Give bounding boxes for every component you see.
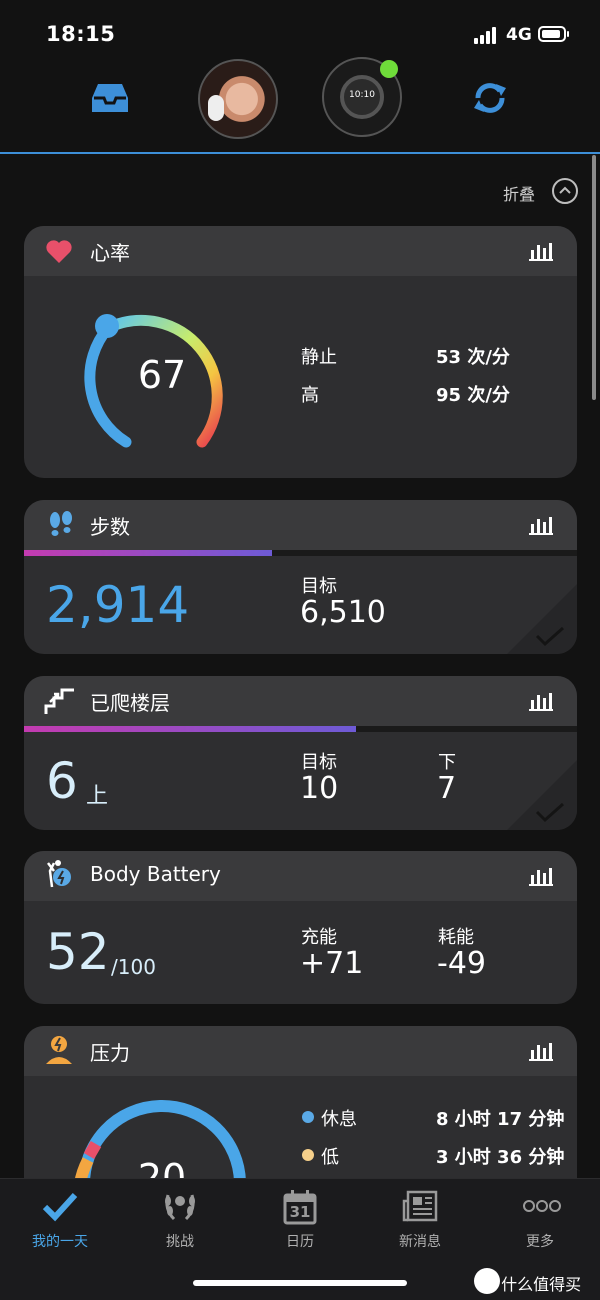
floors-progress-bar bbox=[24, 726, 577, 732]
heart-rate-card[interactable]: 心率 67 静止 53 次/分 高 95 次/分 bbox=[24, 226, 577, 478]
steps-progress-bar bbox=[24, 550, 577, 556]
stairs-icon bbox=[44, 688, 74, 714]
chart-bars-icon[interactable] bbox=[529, 691, 553, 711]
body-battery-value: 52 bbox=[46, 923, 110, 981]
charged-value: +71 bbox=[300, 946, 364, 981]
check-icon bbox=[42, 1192, 78, 1222]
high-value: 95 次/分 bbox=[436, 385, 510, 406]
card-title: 步数 bbox=[90, 515, 130, 539]
user-avatar[interactable] bbox=[198, 59, 278, 139]
resting-label: 静止 bbox=[301, 347, 337, 368]
collapse-button[interactable]: 折叠 bbox=[503, 178, 583, 206]
low-legend-dot bbox=[302, 1149, 314, 1161]
chevron-up-icon bbox=[552, 178, 578, 204]
card-title: 已爬楼层 bbox=[90, 691, 170, 715]
tab-calendar[interactable]: 31 日历 bbox=[240, 1179, 360, 1259]
tab-label: 挑战 bbox=[166, 1234, 194, 1250]
floors-progress-fill bbox=[24, 726, 356, 732]
inbox-tray-icon[interactable] bbox=[90, 80, 130, 116]
steps-card[interactable]: 步数 2,914 目标 6,510 bbox=[24, 500, 577, 654]
rest-label: 休息 bbox=[321, 1109, 357, 1130]
floors-unit: 上 bbox=[86, 784, 109, 809]
tab-label: 更多 bbox=[526, 1234, 554, 1250]
tab-more[interactable]: 更多 bbox=[480, 1179, 600, 1259]
floors-card[interactable]: 已爬楼层 6 上 目标 10 下 7 bbox=[24, 676, 577, 830]
body-battery-card[interactable]: Body Battery 52 /100 充能 +71 耗能 -49 bbox=[24, 851, 577, 1004]
tab-label: 新消息 bbox=[399, 1234, 441, 1250]
heart-rate-value: 67 bbox=[137, 353, 187, 397]
tab-news[interactable]: 新消息 bbox=[360, 1179, 480, 1259]
card-header: 步数 bbox=[24, 500, 577, 550]
card-header: 心率 bbox=[24, 226, 577, 276]
tab-challenges[interactable]: 挑战 bbox=[120, 1179, 240, 1259]
body-battery-max: /100 bbox=[111, 955, 156, 979]
floors-down-value: 7 bbox=[437, 771, 457, 806]
card-title: 压力 bbox=[90, 1041, 130, 1065]
laurel-icon bbox=[165, 1194, 195, 1221]
card-title: 心率 bbox=[90, 241, 130, 265]
card-header: Body Battery bbox=[24, 851, 577, 901]
card-title: Body Battery bbox=[90, 862, 221, 886]
watermark-text: 值 什么值得买 bbox=[480, 1275, 582, 1294]
chart-bars-icon[interactable] bbox=[529, 515, 553, 535]
high-label: 高 bbox=[301, 385, 319, 406]
signal-icon bbox=[474, 27, 502, 44]
network-type: 4G bbox=[506, 25, 532, 45]
low-value: 3 小时 36 分钟 bbox=[436, 1147, 565, 1168]
floors-value: 6 bbox=[46, 752, 78, 810]
connection-status-dot bbox=[380, 60, 398, 78]
chart-bars-icon[interactable] bbox=[529, 1041, 553, 1061]
card-header: 压力 bbox=[24, 1026, 577, 1076]
status-time: 18:15 bbox=[46, 22, 116, 46]
more-icon bbox=[523, 1200, 561, 1212]
rest-legend-dot bbox=[302, 1111, 314, 1123]
calendar-day: 31 bbox=[289, 1203, 311, 1221]
floors-goal-value: 10 bbox=[300, 771, 339, 806]
heart-icon bbox=[46, 240, 72, 263]
scrollbar[interactable] bbox=[592, 155, 596, 400]
goal-check-icon bbox=[507, 760, 577, 830]
tab-label: 我的一天 bbox=[32, 1234, 88, 1250]
steps-value: 2,914 bbox=[46, 576, 190, 634]
resting-value: 53 次/分 bbox=[436, 347, 510, 368]
sync-icon[interactable] bbox=[470, 78, 510, 118]
steps-progress-fill bbox=[24, 550, 272, 556]
watch-face-time: 10:10 bbox=[349, 90, 375, 100]
chart-bars-icon[interactable] bbox=[529, 866, 553, 886]
footprints-icon bbox=[50, 511, 72, 536]
battery-icon bbox=[538, 26, 569, 42]
body-battery-icon bbox=[47, 860, 71, 888]
collapse-label: 折叠 bbox=[503, 185, 536, 204]
goal-check-icon bbox=[507, 584, 577, 654]
tab-my-day[interactable]: 我的一天 bbox=[0, 1179, 120, 1259]
low-label: 低 bbox=[321, 1147, 339, 1168]
chart-bars-icon[interactable] bbox=[529, 241, 553, 261]
card-header: 已爬楼层 bbox=[24, 676, 577, 726]
header-divider bbox=[0, 152, 600, 154]
steps-goal-value: 6,510 bbox=[300, 595, 386, 630]
news-icon bbox=[402, 1190, 438, 1222]
tab-label: 日历 bbox=[286, 1234, 314, 1250]
home-indicator[interactable] bbox=[193, 1280, 407, 1286]
stress-person-icon bbox=[46, 1036, 72, 1064]
drained-value: -49 bbox=[437, 946, 486, 981]
rest-value: 8 小时 17 分钟 bbox=[436, 1109, 565, 1130]
